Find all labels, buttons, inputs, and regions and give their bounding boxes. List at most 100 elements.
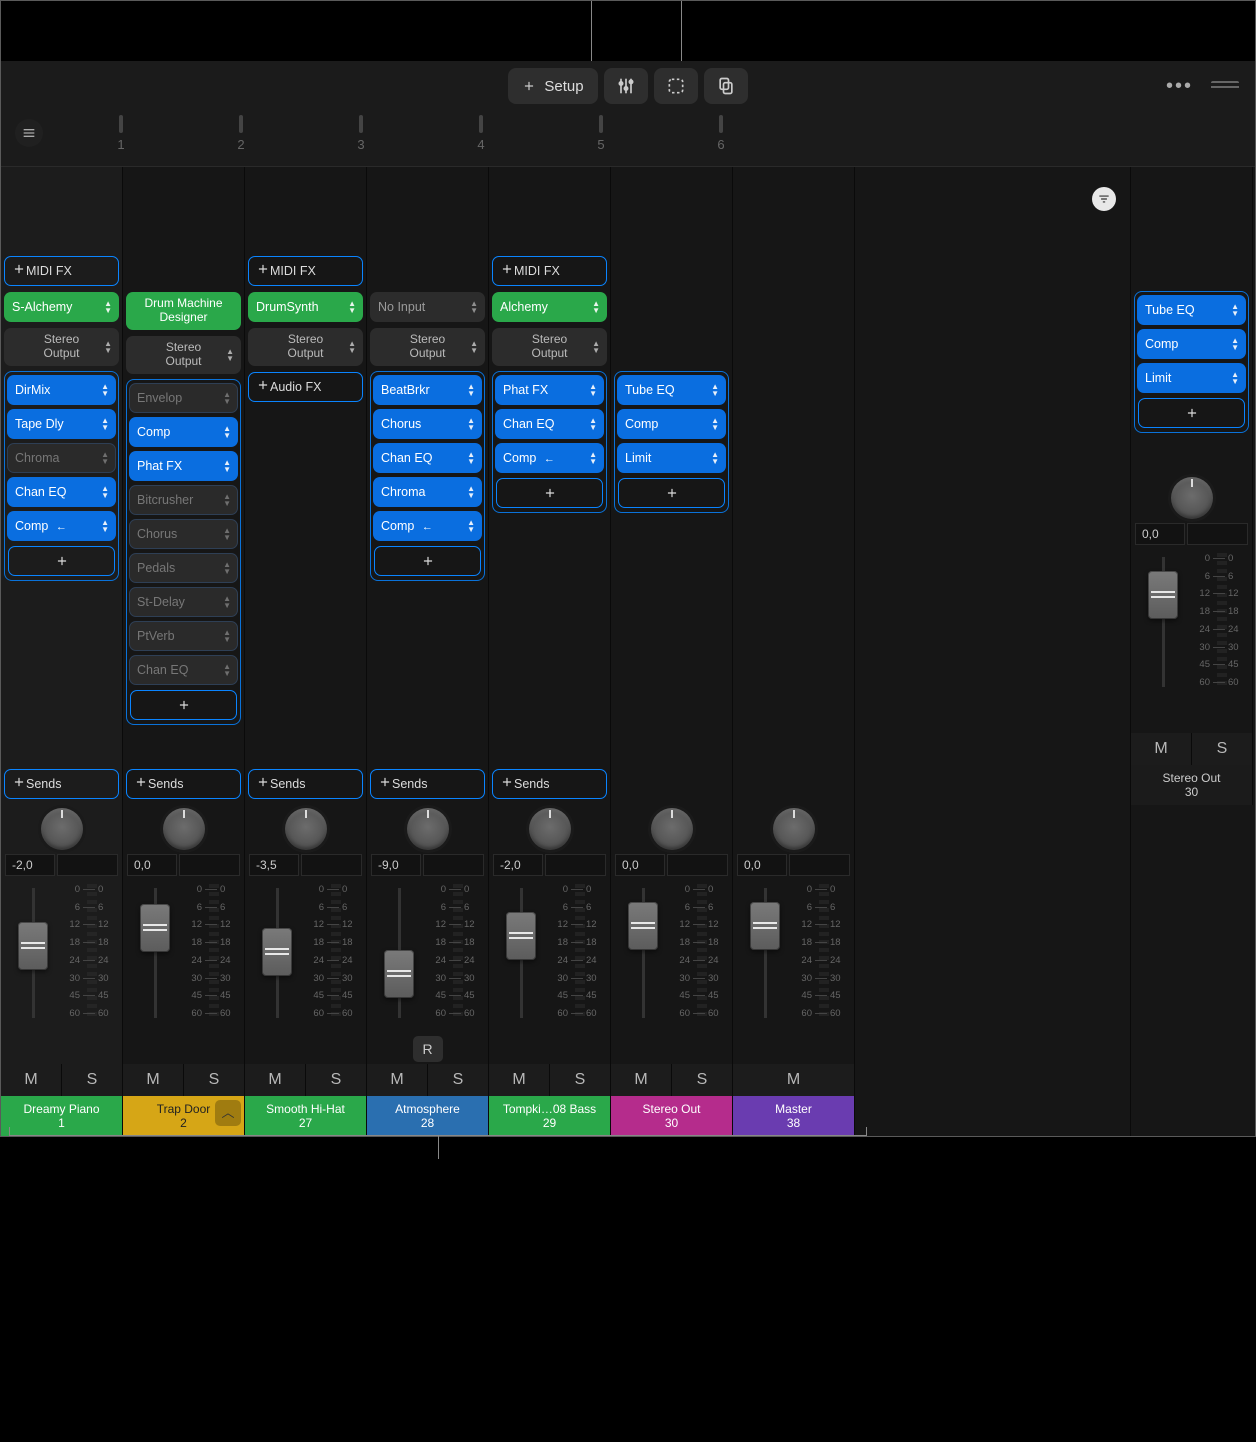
audio-fx-button[interactable]: Audio FX [248, 372, 363, 402]
instrument-slot[interactable]: DrumSynth▲▼ [248, 292, 363, 322]
channel-name[interactable]: Dreamy Piano1 [1, 1096, 122, 1136]
drag-handle[interactable] [1211, 81, 1239, 91]
fx-slot[interactable]: Tape Dly▲▼ [7, 409, 116, 439]
nav-marker[interactable]: 6 [661, 115, 781, 152]
pan-knob[interactable] [163, 808, 205, 850]
instrument-slot[interactable]: Alchemy▲▼ [492, 292, 607, 322]
fx-slot[interactable]: Chroma▲▼ [7, 443, 116, 473]
output-slot[interactable]: StereoOutput▲▼ [126, 336, 241, 374]
fx-slot[interactable]: Comp▲▼ [1137, 329, 1246, 359]
add-fx-button[interactable] [130, 690, 237, 720]
fx-slot[interactable]: Chan EQ▲▼ [7, 477, 116, 507]
filter-button[interactable] [1092, 187, 1116, 211]
channel-name[interactable]: Smooth Hi-Hat27 [245, 1096, 366, 1136]
nav-marker[interactable]: 3 [301, 115, 421, 152]
output-slot[interactable]: StereoOutput▲▼ [492, 328, 607, 366]
pan-knob[interactable] [1171, 477, 1213, 519]
mute-button[interactable]: M [611, 1064, 671, 1096]
midi-fx-button[interactable]: MIDI FX [4, 256, 119, 286]
solo-button[interactable]: S [671, 1064, 732, 1096]
add-fx-button[interactable] [1138, 398, 1245, 428]
nav-marker[interactable]: 5 [541, 115, 661, 152]
expand-button[interactable]: ︿ [215, 1100, 241, 1126]
nav-marker[interactable]: 4 [421, 115, 541, 152]
volume-fader[interactable] [615, 884, 671, 1034]
channel-name[interactable]: Stereo Out30 [1131, 765, 1252, 805]
nav-marker[interactable]: 1 [61, 115, 181, 152]
solo-button[interactable]: S [305, 1064, 366, 1096]
sends-button[interactable]: Sends [4, 769, 119, 799]
fx-slot[interactable]: Envelop▲▼ [129, 383, 238, 413]
volume-fader[interactable] [493, 884, 549, 1034]
fx-slot[interactable]: Chorus▲▼ [129, 519, 238, 549]
gain-readout[interactable]: 0,0 [737, 854, 787, 876]
midi-fx-button[interactable]: MIDI FX [492, 256, 607, 286]
fx-slot[interactable]: Limit▲▼ [1137, 363, 1246, 393]
mute-button[interactable]: M [367, 1064, 427, 1096]
sends-button[interactable]: Sends [370, 769, 485, 799]
volume-fader[interactable] [737, 884, 793, 1034]
fx-slot[interactable]: Chorus▲▼ [373, 409, 482, 439]
record-enable-button[interactable]: R [413, 1036, 443, 1062]
fx-slot[interactable]: Tube EQ▲▼ [617, 375, 726, 405]
volume-fader[interactable] [1135, 553, 1191, 703]
fx-slot[interactable]: Phat FX▲▼ [129, 451, 238, 481]
pan-knob[interactable] [407, 808, 449, 850]
add-fx-button[interactable] [374, 546, 481, 576]
channel-name[interactable]: Master38 [733, 1096, 854, 1136]
fx-slot[interactable]: Chan EQ▲▼ [373, 443, 482, 473]
more-button[interactable]: ••• [1166, 75, 1193, 98]
copy-button[interactable] [704, 68, 748, 104]
fx-slot[interactable]: BeatBrkr▲▼ [373, 375, 482, 405]
fx-slot[interactable]: Phat FX▲▼ [495, 375, 604, 405]
setup-button[interactable]: Setup [508, 68, 597, 104]
gain-readout[interactable]: 0,0 [1135, 523, 1185, 545]
fx-slot[interactable]: PtVerb▲▼ [129, 621, 238, 651]
fx-slot[interactable]: Comp▲▼ [617, 409, 726, 439]
solo-button[interactable]: S [183, 1064, 244, 1096]
gain-readout[interactable]: 0,0 [127, 854, 177, 876]
mute-button[interactable]: M [1, 1064, 61, 1096]
gain-readout[interactable]: -2,0 [5, 854, 55, 876]
nav-marker[interactable]: 2 [181, 115, 301, 152]
fx-slot[interactable]: Comp ←▲▼ [495, 443, 604, 473]
mute-button[interactable]: M [245, 1064, 305, 1096]
pan-knob[interactable] [773, 808, 815, 850]
sends-button[interactable]: Sends [248, 769, 363, 799]
pan-knob[interactable] [285, 808, 327, 850]
channel-name[interactable]: Stereo Out30 [611, 1096, 732, 1136]
fx-slot[interactable]: Limit▲▼ [617, 443, 726, 473]
gain-readout[interactable]: -9,0 [371, 854, 421, 876]
instrument-slot[interactable]: S-Alchemy▲▼ [4, 292, 119, 322]
sends-button[interactable]: Sends [492, 769, 607, 799]
fx-slot[interactable]: Chan EQ▲▼ [495, 409, 604, 439]
channel-name[interactable]: Atmosphere28 [367, 1096, 488, 1136]
fx-slot[interactable]: Bitcrusher▲▼ [129, 485, 238, 515]
mute-button[interactable]: M [1131, 733, 1191, 765]
pan-knob[interactable] [41, 808, 83, 850]
fx-slot[interactable]: Tube EQ▲▼ [1137, 295, 1246, 325]
instrument-slot[interactable]: Drum MachineDesigner [126, 292, 241, 330]
volume-fader[interactable] [249, 884, 305, 1034]
fx-slot[interactable]: Comp ←▲▼ [373, 511, 482, 541]
nav-menu-button[interactable] [15, 119, 43, 147]
volume-fader[interactable] [371, 884, 427, 1034]
volume-fader[interactable] [127, 884, 183, 1034]
fx-slot[interactable]: St-Delay▲▼ [129, 587, 238, 617]
sliders-button[interactable] [604, 68, 648, 104]
mute-button[interactable]: M [123, 1064, 183, 1096]
add-fx-button[interactable] [8, 546, 115, 576]
pan-knob[interactable] [651, 808, 693, 850]
gain-readout[interactable]: -3,5 [249, 854, 299, 876]
add-fx-button[interactable] [618, 478, 725, 508]
fx-slot[interactable]: DirMix▲▼ [7, 375, 116, 405]
midi-fx-button[interactable]: MIDI FX [248, 256, 363, 286]
fx-slot[interactable]: Chroma▲▼ [373, 477, 482, 507]
fx-slot[interactable]: Comp▲▼ [129, 417, 238, 447]
mute-button[interactable]: M [489, 1064, 549, 1096]
output-slot[interactable]: StereoOutput▲▼ [370, 328, 485, 366]
select-button[interactable] [654, 68, 698, 104]
gain-readout[interactable]: 0,0 [615, 854, 665, 876]
mute-button[interactable]: M [733, 1064, 854, 1096]
fx-slot[interactable]: Chan EQ▲▼ [129, 655, 238, 685]
